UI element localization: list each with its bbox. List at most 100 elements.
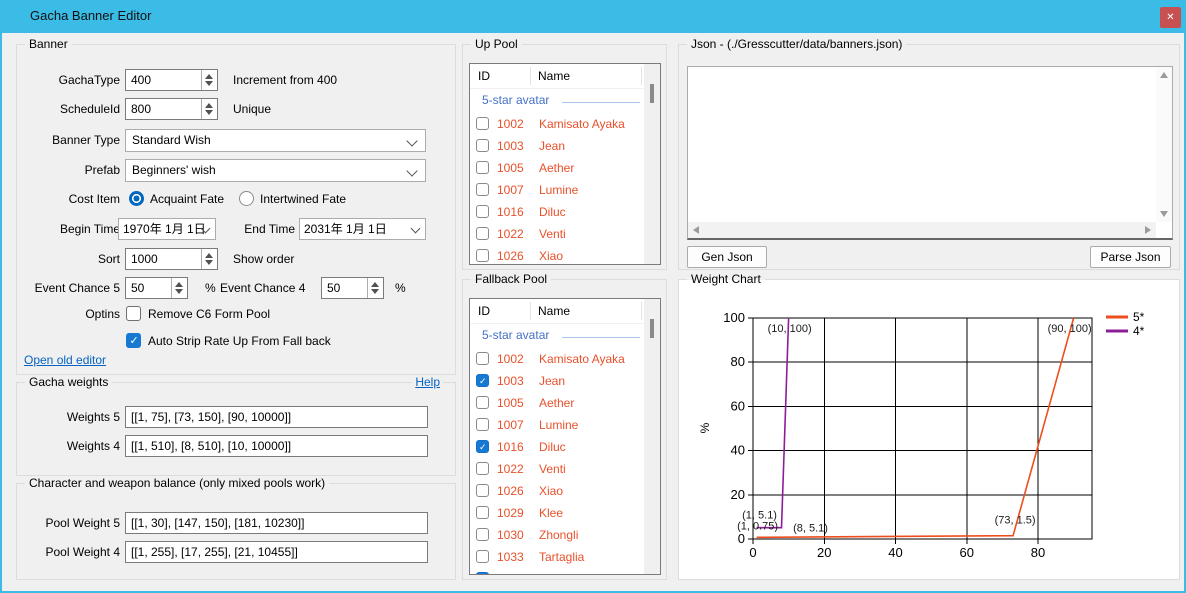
item-checkbox[interactable] [476,227,489,240]
event-chance4-spinner[interactable]: 50 [321,277,384,299]
close-button[interactable]: ✕ [1160,7,1181,28]
list-item-1029[interactable]: 1029Klee [470,502,644,524]
list-item-1005[interactable]: 1005Aether [470,392,644,414]
event-chance5-arrows[interactable] [171,278,187,298]
intertwined-fate-radio[interactable] [239,191,254,206]
scroll-up-icon[interactable] [1160,72,1168,78]
json-textarea[interactable] [687,66,1173,240]
item-checkbox[interactable] [476,462,489,475]
item-checkbox[interactable] [476,396,489,409]
item-checkbox[interactable] [476,440,489,453]
list-item-1026[interactable]: 1026Xiao [470,480,644,502]
scroll-left-icon[interactable] [693,226,699,234]
item-name: Kamisato Ayaka [539,117,625,131]
list-scrollbar[interactable] [644,64,660,264]
item-checkbox[interactable] [476,528,489,541]
pool-weight4-input[interactable]: [[1, 255], [17, 255], [21, 10455]] [125,541,428,563]
item-checkbox[interactable] [476,117,489,130]
item-checkbox[interactable] [476,249,489,262]
end-time-picker[interactable]: 2031年 1月 1日 [299,218,426,240]
sort-spinner[interactable]: 1000 [125,248,218,270]
help-link[interactable]: Help [412,375,443,389]
item-checkbox[interactable] [476,550,489,563]
scheduleid-spinner[interactable]: 800 [125,98,218,120]
vertical-scrollbar[interactable] [1156,67,1172,222]
spin-up-icon[interactable] [205,103,213,108]
weights4-input[interactable]: [[1, 510], [8, 510], [10, 10000]] [125,435,428,457]
item-name: Qiqi [539,572,560,575]
list-header: ID Name [470,64,644,89]
column-header-name[interactable]: Name [538,304,570,318]
item-checkbox[interactable] [476,484,489,497]
item-checkbox[interactable] [476,352,489,365]
weights5-input[interactable]: [[1, 75], [73, 150], [90, 10000]] [125,406,428,428]
list-item-1007[interactable]: 1007Lumine [470,414,644,436]
column-header-name[interactable]: Name [538,69,570,83]
list-scrollbar[interactable] [644,299,660,574]
begin-time-value: 1970年 1月 1日 [123,219,206,240]
scroll-down-icon[interactable] [1160,211,1168,217]
spin-down-icon[interactable] [205,110,213,115]
prefab-select[interactable]: Beginners' wish [125,159,426,182]
item-checkbox[interactable] [476,139,489,152]
event-chance4-arrows[interactable] [367,278,383,298]
list-item-1002[interactable]: 1002Kamisato Ayaka [470,348,644,370]
item-checkbox[interactable] [476,418,489,431]
category-line [562,102,640,103]
scheduleid-spinner-arrows[interactable] [201,99,217,119]
item-checkbox[interactable] [476,183,489,196]
scrollbar-thumb[interactable] [650,84,654,103]
gachatype-spinner-arrows[interactable] [201,70,217,90]
list-item-1033[interactable]: 1033Tartaglia [470,546,644,568]
list-item-1002[interactable]: 1002Kamisato Ayaka [470,113,644,135]
remove-c6-checkbox[interactable] [126,306,141,321]
list-item-1016[interactable]: 1016Diluc [470,436,644,458]
list-item-1005[interactable]: 1005Aether [470,157,644,179]
fallback-pool-title: Fallback Pool [471,272,551,287]
spin-down-icon[interactable] [371,289,379,294]
up-pool-list[interactable]: IDName5-star avatar1002Kamisato Ayaka100… [469,63,661,265]
list-item-1035[interactable]: 1035Qiqi [470,568,644,575]
column-header-id[interactable]: ID [478,304,490,318]
sort-spinner-arrows[interactable] [201,249,217,269]
begin-time-picker[interactable]: 1970年 1月 1日 [118,218,216,240]
spin-down-icon[interactable] [205,260,213,265]
spin-up-icon[interactable] [205,74,213,79]
prefab-label: Prefab [17,159,120,181]
open-old-editor-link[interactable]: Open old editor [24,353,106,367]
list-item-1003[interactable]: 1003Jean [470,135,644,157]
json-content[interactable] [692,69,1152,218]
list-item-1003[interactable]: 1003Jean [470,370,644,392]
spin-up-icon[interactable] [175,282,183,287]
column-header-id[interactable]: ID [478,69,490,83]
spin-down-icon[interactable] [205,81,213,86]
horizontal-scrollbar[interactable] [688,222,1156,238]
list-item-1007[interactable]: 1007Lumine [470,179,644,201]
item-checkbox[interactable] [476,506,489,519]
list-item-1030[interactable]: 1030Zhongli [470,524,644,546]
banner-type-select[interactable]: Standard Wish [125,129,426,152]
remove-c6-label: Remove C6 Form Pool [148,306,270,322]
spin-down-icon[interactable] [175,289,183,294]
title-bar[interactable]: Gacha Banner Editor ✕ [0,0,1186,33]
fallback-pool-list[interactable]: IDName5-star avatar1002Kamisato Ayaka100… [469,298,661,575]
parse-json-button[interactable]: Parse Json [1090,246,1171,268]
acquaint-fate-radio[interactable] [129,191,144,206]
pool-weight5-input[interactable]: [[1, 30], [147, 150], [181, 10230]] [125,512,428,534]
list-item-1022[interactable]: 1022Venti [470,223,644,245]
scroll-right-icon[interactable] [1145,226,1151,234]
item-checkbox[interactable] [476,572,489,575]
item-checkbox[interactable] [476,205,489,218]
spin-up-icon[interactable] [205,253,213,258]
item-checkbox[interactable] [476,374,489,387]
auto-strip-checkbox[interactable] [126,333,141,348]
gachatype-spinner[interactable]: 400 [125,69,218,91]
item-checkbox[interactable] [476,161,489,174]
list-item-1026[interactable]: 1026Xiao [470,245,644,265]
list-item-1022[interactable]: 1022Venti [470,458,644,480]
spin-up-icon[interactable] [371,282,379,287]
gen-json-button[interactable]: Gen Json [687,246,767,268]
list-item-1016[interactable]: 1016Diluc [470,201,644,223]
scrollbar-thumb[interactable] [650,319,654,338]
event-chance5-spinner[interactable]: 50 [125,277,188,299]
